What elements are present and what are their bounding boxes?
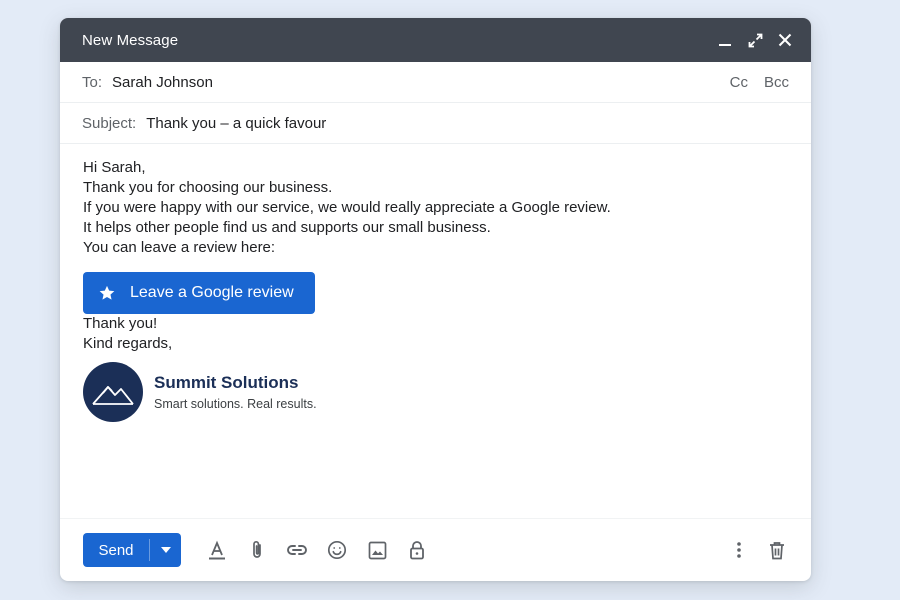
- to-field[interactable]: To: Sarah Johnson Cc Bcc: [60, 62, 811, 103]
- review-request-line-2: It helps other people find us and suppor…: [83, 219, 491, 236]
- email-signature: Summit Solutions Smart solutions. Real r…: [83, 362, 789, 422]
- send-button[interactable]: Send: [83, 533, 149, 567]
- review-request-line-1: If you were happy with our service, we w…: [83, 199, 611, 216]
- cc-link[interactable]: Cc: [730, 74, 748, 91]
- mountain-logo-icon: [83, 362, 143, 422]
- thanks-text: Thank you for choosing our business.: [83, 179, 333, 196]
- minimize-icon[interactable]: [717, 32, 733, 48]
- subject-input[interactable]: Thank you – a quick favour: [146, 115, 789, 132]
- more-options-icon[interactable]: [727, 538, 751, 562]
- to-label: To:: [82, 73, 103, 91]
- to-recipient[interactable]: Sarah Johnson: [112, 74, 730, 91]
- bcc-link[interactable]: Bcc: [764, 74, 789, 91]
- message-body[interactable]: Hi Sarah, Thank you for choosing our bus…: [60, 144, 811, 422]
- send-button-group: Send: [83, 533, 181, 567]
- star-icon: [98, 284, 116, 302]
- leave-review-text: You can leave a review here:: [83, 239, 276, 256]
- window-controls: [717, 32, 793, 48]
- expand-icon[interactable]: [747, 32, 763, 48]
- cc-bcc-links: Cc Bcc: [730, 74, 789, 91]
- closing-regards: Kind regards,: [83, 335, 173, 352]
- attach-icon[interactable]: [245, 538, 269, 562]
- chevron-down-icon[interactable]: [150, 533, 181, 567]
- lock-icon[interactable]: [405, 538, 429, 562]
- image-icon[interactable]: [365, 538, 389, 562]
- text-format-icon[interactable]: [205, 538, 229, 562]
- formatting-tools: [205, 538, 429, 562]
- leave-review-button[interactable]: Leave a Google review: [83, 272, 315, 314]
- compose-toolbar: Send: [60, 518, 811, 581]
- emoji-icon[interactable]: [325, 538, 349, 562]
- greeting-text: Hi Sarah,: [83, 159, 146, 176]
- closing-thank-you: Thank you!: [83, 315, 158, 332]
- company-name: Summit Solutions: [154, 373, 299, 392]
- company-info: Summit Solutions Smart solutions. Real r…: [154, 372, 317, 412]
- review-button-label: Leave a Google review: [130, 284, 294, 301]
- trash-icon[interactable]: [765, 538, 789, 562]
- subject-field[interactable]: Subject: Thank you – a quick favour: [60, 103, 811, 144]
- compose-title: New Message: [82, 31, 179, 49]
- company-tagline: Smart solutions. Real results.: [154, 397, 317, 411]
- link-icon[interactable]: [285, 538, 309, 562]
- compose-window: New Message To: Sarah Johnson Cc Bcc Sub…: [60, 18, 811, 581]
- subject-label: Subject:: [82, 114, 137, 132]
- close-icon[interactable]: [777, 32, 793, 48]
- compose-titlebar[interactable]: New Message: [60, 18, 811, 62]
- right-tools: [727, 538, 789, 562]
